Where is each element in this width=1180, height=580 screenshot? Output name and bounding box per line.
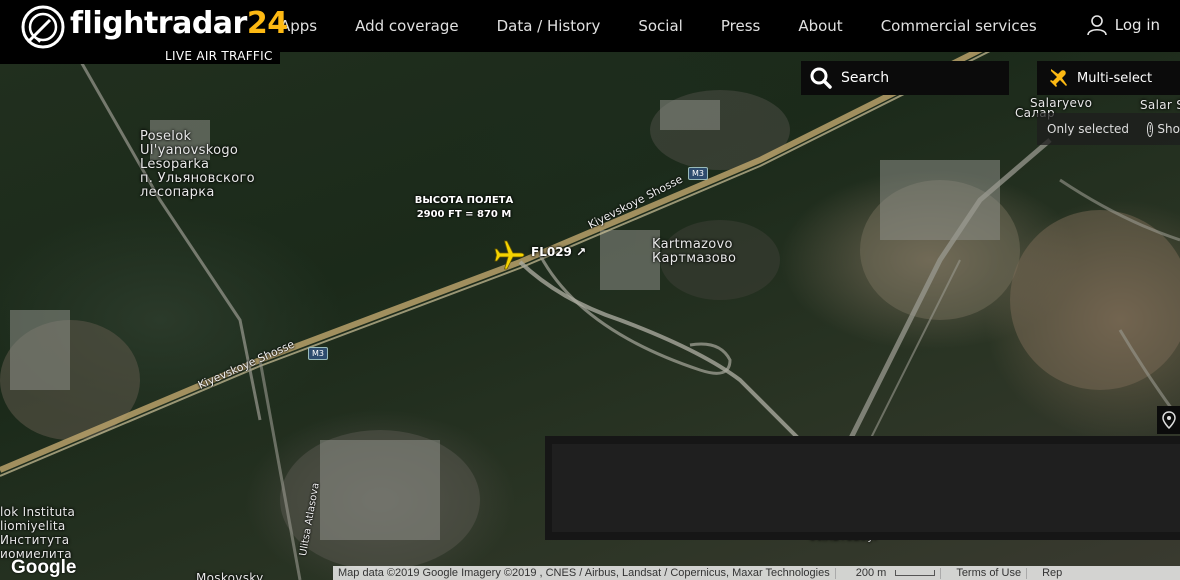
show-toggle[interactable]: Sho (1157, 122, 1180, 136)
brand-logo[interactable]: flightradar24 LIVE AIR TRAFFIC (0, 0, 288, 64)
login-label: Log in (1114, 16, 1160, 34)
search-label: Search (841, 70, 890, 86)
main-nav: Apps Add coverage Data / History Social … (280, 0, 1075, 52)
login-button[interactable]: Log in (1086, 14, 1160, 36)
user-icon (1086, 15, 1107, 36)
brand-tagline: LIVE AIR TRAFFIC (165, 49, 273, 63)
flight-callsign[interactable]: FL029 ↗ (531, 245, 586, 259)
info-icon[interactable]: ! (1146, 121, 1154, 137)
multiselect-button[interactable]: Multi-select (1037, 61, 1180, 95)
place-label-moskovsky: Moskovsky (196, 571, 264, 580)
nav-item-about[interactable]: About (798, 17, 842, 35)
multiselect-plane-icon (1050, 69, 1067, 87)
google-logo: Google (11, 557, 77, 578)
nav-item-data-history[interactable]: Data / History (497, 17, 601, 35)
location-pin-icon (1161, 411, 1176, 429)
terms-of-use-link[interactable]: Terms of Use (951, 567, 1026, 579)
brand-wordmark: flightradar24 (70, 6, 288, 41)
map-widget-button[interactable] (1157, 406, 1180, 434)
nav-item-social[interactable]: Social (638, 17, 682, 35)
map-scale[interactable]: 200 m (846, 567, 941, 579)
place-label-salar-right: Salar S (1140, 98, 1180, 112)
place-label-kartmazovo: Kartmazovo Картмазово (652, 237, 737, 266)
multiselect-label: Multi-select (1077, 70, 1153, 86)
map-attribution-bar: Map data ©2019 Google Imagery ©2019 , CN… (333, 566, 1180, 580)
top-navbar: flightradar24 LIVE AIR TRAFFIC Apps Add … (0, 0, 1180, 64)
road-shield-m3: M3 (688, 167, 708, 180)
altitude-label: ВЫСОТА ПОЛЕТА 2900 FT = 870 M (414, 195, 514, 220)
multiselect-options: Only selected ! Sho (1037, 113, 1180, 145)
search-icon (810, 67, 832, 89)
search-button[interactable]: Search (801, 61, 1009, 95)
scale-bar (895, 570, 936, 577)
place-label-poselok: Poselok Ul'yanovskogo Lesoparka п. Ульян… (140, 129, 255, 200)
scale-label: 200 m (855, 567, 887, 579)
nav-item-commercial-services[interactable]: Commercial services (881, 17, 1037, 35)
place-label-institut: lok Instituta liomiyelita Института иоми… (0, 505, 76, 561)
radar-logo-icon (21, 5, 65, 49)
nav-item-add-coverage[interactable]: Add coverage (355, 17, 458, 35)
only-selected-toggle[interactable]: Only selected (1047, 122, 1129, 136)
map-data-credit: Map data ©2019 Google Imagery ©2019 , CN… (338, 567, 830, 579)
ad-slot (552, 444, 1180, 532)
report-link[interactable]: Rep (1037, 567, 1067, 579)
nav-item-press[interactable]: Press (721, 17, 760, 35)
road-shield-m3: M3 (308, 347, 328, 360)
aircraft-icon[interactable] (491, 238, 527, 272)
ad-panel (545, 436, 1180, 540)
